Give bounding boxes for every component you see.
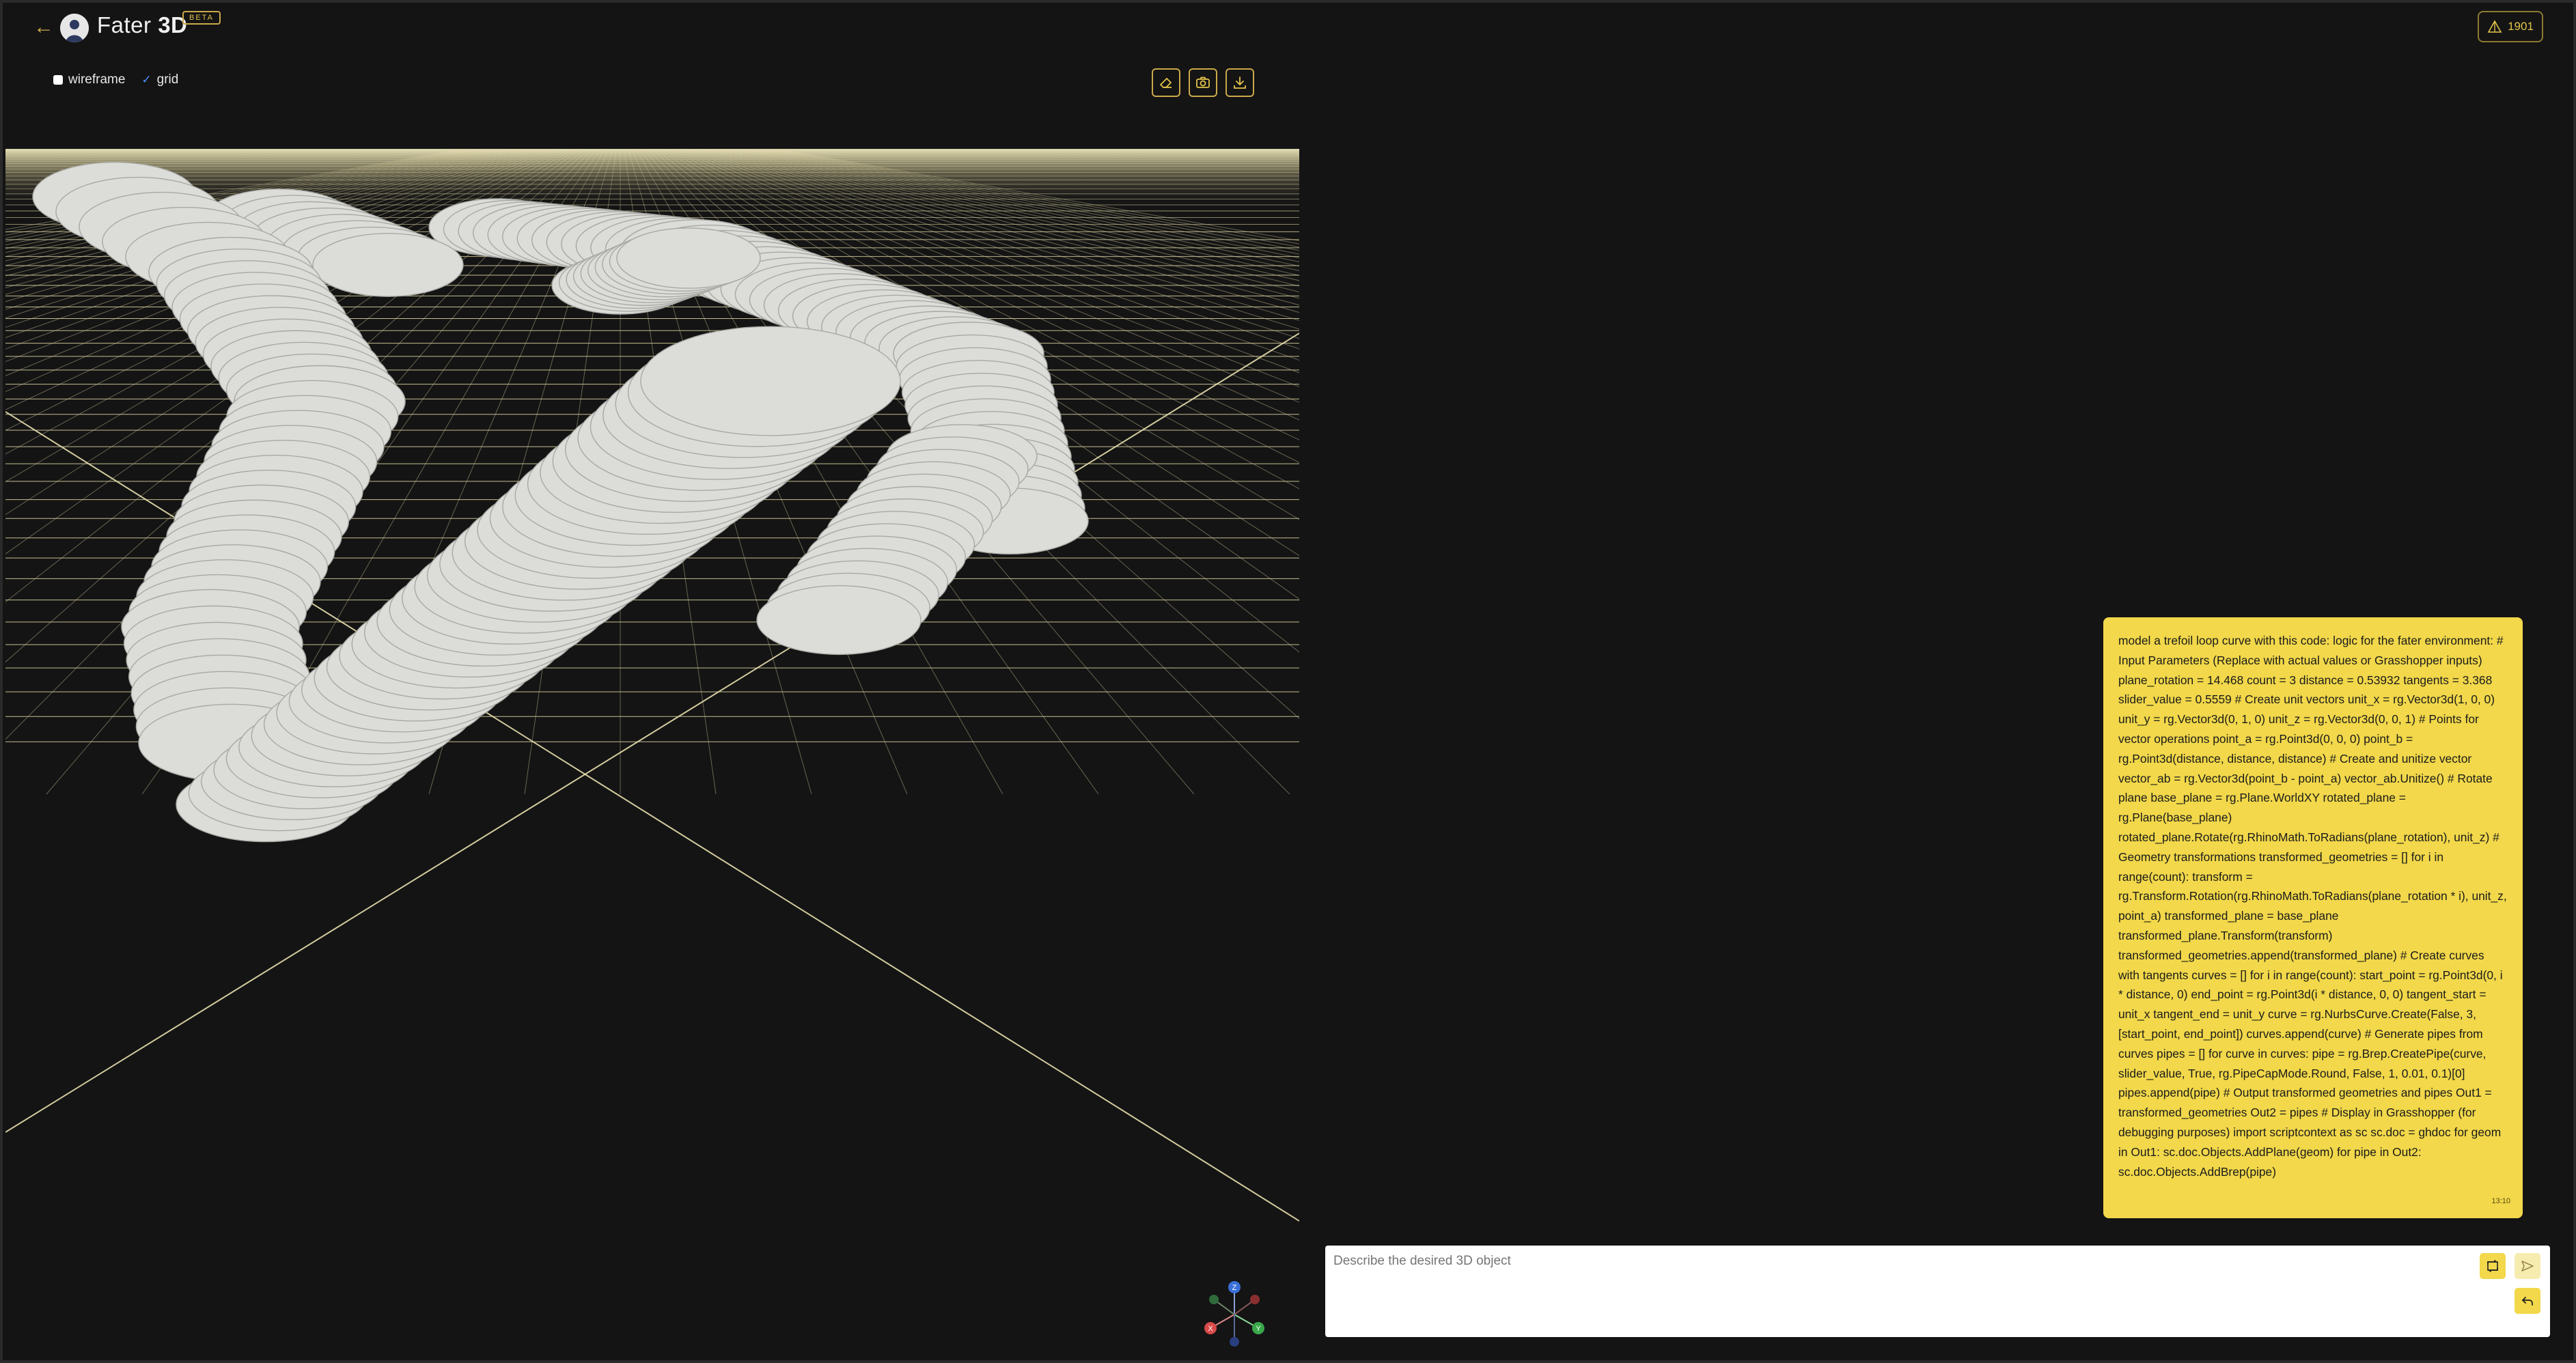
axis-gizmo[interactable]: Z X Y: [1197, 1277, 1272, 1352]
prompt-box: [1325, 1246, 2550, 1337]
wireframe-label: wireframe: [68, 72, 126, 87]
top-bar: ← Fater 3D BETA 1901: [0, 0, 2576, 57]
brand-title: Fater 3D: [97, 12, 187, 38]
eraser-icon: [1160, 78, 1172, 88]
clear-button[interactable]: [1152, 68, 1180, 97]
viewer-toggles: wireframe ✓ grid: [53, 72, 178, 87]
download-button[interactable]: [1225, 68, 1254, 97]
screenshot-button[interactable]: [1189, 68, 1217, 97]
undo-button[interactable]: [2515, 1288, 2540, 1314]
z-axis-label: Z: [1232, 1284, 1237, 1292]
neg-x-axis-handle[interactable]: [1250, 1295, 1260, 1304]
pipe-disc: [640, 326, 901, 436]
beta-badge: BETA: [182, 11, 221, 25]
viewer-tools: [1152, 68, 1254, 97]
pipe-disc: [756, 585, 922, 656]
x-axis-label: X: [1208, 1325, 1213, 1333]
regenerate-icon: [2487, 1260, 2498, 1272]
pipe-disc: [312, 233, 464, 297]
grid-label: grid: [156, 72, 179, 87]
wireframe-checkbox[interactable]: [53, 75, 63, 85]
message-timestamp: 13:10: [2491, 1197, 2510, 1206]
download-icon: [1234, 76, 1246, 89]
checkmark-icon[interactable]: ✓: [141, 73, 151, 87]
brand-prefix: Fater: [97, 12, 158, 38]
y-axis-label: Y: [1256, 1325, 1261, 1333]
send-button[interactable]: [2515, 1253, 2540, 1279]
credits-count: 1901: [2508, 20, 2534, 33]
credits-icon: [2487, 20, 2502, 33]
wireframe-toggle[interactable]: wireframe: [53, 72, 125, 87]
user-message-bubble: model a trefoil loop curve with this cod…: [2103, 617, 2523, 1218]
neg-y-axis-handle[interactable]: [1209, 1295, 1219, 1304]
credits-button[interactable]: 1901: [2478, 11, 2543, 42]
avatar[interactable]: [60, 14, 89, 42]
grid-toggle[interactable]: ✓ grid: [141, 72, 178, 87]
message-text: model a trefoil loop curve with this cod…: [2118, 634, 2507, 1179]
camera-icon: [1196, 76, 1210, 88]
regenerate-button[interactable]: [2480, 1253, 2506, 1279]
neg-z-axis-handle[interactable]: [1230, 1337, 1239, 1347]
pipe-disc: [616, 227, 761, 289]
back-arrow-icon[interactable]: ←: [31, 15, 56, 40]
undo-icon: [2521, 1297, 2533, 1306]
3d-viewport[interactable]: [5, 149, 1299, 1224]
send-icon: [2521, 1261, 2534, 1271]
prompt-input[interactable]: [1332, 1252, 2469, 1330]
